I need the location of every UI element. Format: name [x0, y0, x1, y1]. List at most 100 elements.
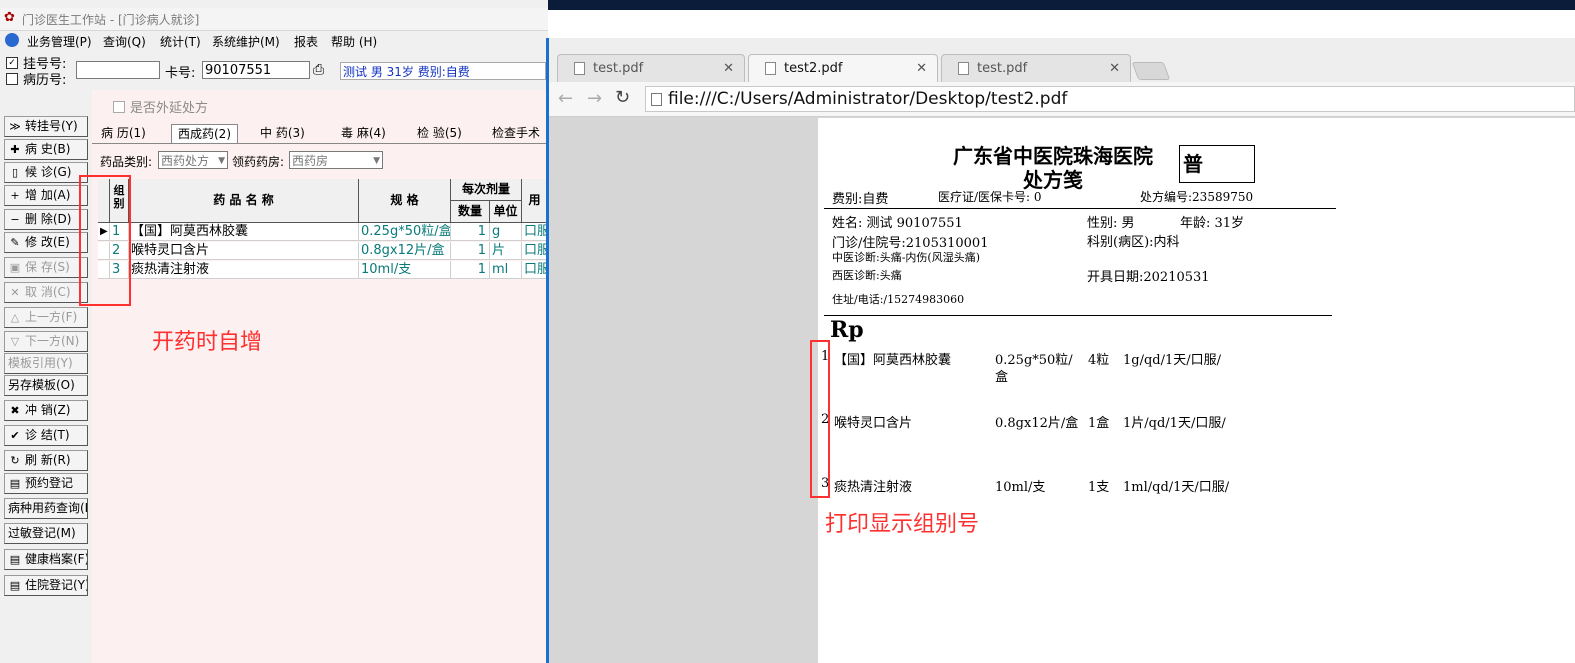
template-ref-button[interactable]: 模板引用(Y)	[4, 353, 88, 374]
table-row[interactable]: 2 喉特灵口含片 0.8gx12片/盒 1 片口服	[98, 242, 548, 260]
menu-stats[interactable]: 统计(T)	[160, 33, 201, 50]
tcm-diagnosis: 中医诊断:头痛-内伤(风湿头痛)	[832, 251, 981, 264]
delete-button[interactable]: − 删 除(D)	[4, 209, 88, 230]
rp-rule	[824, 315, 1332, 316]
cell-unit[interactable]: ml	[490, 261, 522, 279]
rx-item-name: 痰热清注射液	[834, 480, 913, 495]
close-icon[interactable]: ✕	[723, 55, 734, 82]
add-button[interactable]: + 增 加(A)	[4, 185, 88, 206]
tab-chinese-drug[interactable]: 中 药(3)	[254, 124, 311, 142]
browser-tab-3[interactable]: test.pdf ✕	[941, 54, 1131, 82]
qty-header: 数量	[451, 201, 490, 223]
extended-checkbox[interactable]	[113, 99, 125, 113]
tab-exam[interactable]: 检查手术	[486, 124, 546, 142]
cell-usage[interactable]: 口服	[522, 223, 548, 241]
card-label: 卡号:	[165, 66, 196, 81]
stamp-box: 普	[1179, 145, 1255, 183]
save-button[interactable]: ▣ 保 存(S)	[4, 257, 88, 278]
disease-query-button-label: 病种用药查询(N)	[8, 501, 87, 515]
menu-maintenance[interactable]: 系统维护(M)	[212, 33, 280, 50]
close-icon[interactable]: ✕	[916, 55, 927, 82]
app-logo-icon: ✿	[4, 10, 15, 25]
clinic-app-window: ✿ 门诊医生工作站 - [门诊病人就诊] 业务管理(P) 查询(Q) 统计(T)…	[0, 0, 548, 663]
history-button[interactable]: ✚ 病 史(B)	[4, 139, 88, 160]
cell-usage[interactable]: 口服	[522, 242, 548, 260]
new-tab-button[interactable]	[1131, 62, 1171, 80]
prev-button[interactable]: △ 上一方(F)	[4, 307, 88, 328]
record-checkbox[interactable]	[6, 71, 18, 85]
cell-name[interactable]: 【国】阿莫西林胶囊	[129, 223, 359, 241]
appointment-button[interactable]: ▤ 预约登记	[4, 473, 88, 494]
transfer-icon: ≫	[9, 120, 21, 133]
menu-help[interactable]: 帮助 (H)	[331, 33, 377, 50]
record-no-input[interactable]	[76, 61, 160, 79]
cell-spec[interactable]: 0.8gx12片/盒	[359, 242, 451, 260]
cell-qty[interactable]: 1	[451, 242, 490, 260]
finish-button[interactable]: ✔ 诊 结(T)	[4, 425, 88, 446]
health-file-button-label: 健康档案(F)	[25, 552, 88, 566]
cell-qty[interactable]: 1	[451, 223, 490, 241]
reload-icon[interactable]: ↻	[615, 87, 630, 108]
disease-query-button[interactable]: 病种用药查询(N)	[4, 498, 88, 519]
refresh-button[interactable]: ↻ 刷 新(R)	[4, 450, 88, 471]
cancel-button[interactable]: ✕ 取 消(C)	[4, 282, 88, 303]
template-ref-button-label: 模板引用(Y)	[8, 356, 73, 370]
document-icon	[574, 62, 585, 75]
card-no-input[interactable]: 90107551	[202, 61, 310, 79]
tab-history[interactable]: 病 历(1)	[95, 124, 152, 142]
allergy-button[interactable]: 过敏登记(M)	[4, 523, 88, 544]
browser-tab-3-label: test.pdf	[977, 61, 1028, 76]
reverse-button[interactable]: ✖ 冲 销(Z)	[4, 400, 88, 421]
tab-lab[interactable]: 检 验(5)	[411, 124, 468, 142]
wm-diagnosis: 西医诊断:头痛	[832, 269, 902, 282]
cell-name[interactable]: 喉特灵口含片	[129, 242, 359, 260]
tab-narcotics[interactable]: 毒 麻(4)	[335, 124, 392, 142]
drug-type-select[interactable]: 西药处方 ▼	[158, 151, 228, 169]
back-arrow-icon[interactable]: ←	[558, 88, 573, 109]
cell-spec[interactable]: 0.25g*50粒/盒	[359, 223, 451, 241]
patient-age: 年龄: 31岁	[1180, 216, 1245, 231]
read-card-icon[interactable]: ⎙	[313, 62, 324, 78]
menu-business[interactable]: 业务管理(P)	[27, 33, 92, 50]
reg-checkbox[interactable]: ✓	[6, 55, 18, 69]
insurance-no: 医疗证/医保卡号: 0	[938, 190, 1042, 204]
inpatient-button[interactable]: ▤ 住院登记(Y)	[4, 575, 88, 596]
browser-tab-2[interactable]: test2.pdf ✕	[748, 54, 938, 82]
cell-qty[interactable]: 1	[451, 261, 490, 279]
cell-unit[interactable]: 片	[490, 242, 522, 260]
browser-tab-1[interactable]: test.pdf ✕	[557, 54, 745, 82]
save-icon: ▣	[9, 261, 21, 274]
rx-no: 处方编号:23589750	[1140, 190, 1254, 204]
cell-name[interactable]: 痰热清注射液	[129, 261, 359, 279]
health-file-button[interactable]: ▤ 健康档案(F)	[4, 549, 88, 570]
transfer-button[interactable]: ≫ 转挂号(Y)	[4, 116, 88, 137]
patient-name-line: 姓名: 测试 90107551	[832, 216, 963, 231]
table-row[interactable]: 3 痰热清注射液 10ml/支 1 ml 口服	[98, 261, 548, 279]
table-row[interactable]: ▶ 1 【国】阿莫西林胶囊 0.25g*50粒/盒 1 g 口服	[98, 223, 548, 241]
delete-button-label: 删 除(D)	[25, 212, 72, 226]
tab-western-drug[interactable]: 西成药(2)	[171, 124, 238, 143]
close-icon[interactable]: ✕	[1109, 55, 1120, 82]
prev-icon: △	[10, 311, 20, 324]
waiting-button[interactable]: ▯ 候 诊(G)	[4, 162, 88, 183]
rx-item-qty: 1盒	[1088, 416, 1110, 431]
pharmacy-select[interactable]: 西药房 ▼	[289, 151, 383, 169]
waiting-button-label: 候 诊(G)	[25, 165, 72, 179]
extended-label: 是否外延处方	[130, 101, 209, 116]
modify-button[interactable]: ✎ 修 改(E)	[4, 232, 88, 253]
cell-usage[interactable]: 口服	[522, 261, 548, 279]
menu-query[interactable]: 查询(Q)	[103, 33, 146, 50]
menu-icon	[5, 33, 19, 47]
inpatient-icon: ▤	[9, 579, 21, 592]
cell-unit[interactable]: g	[490, 223, 522, 241]
unit-header: 单位	[490, 201, 522, 223]
save-template-button[interactable]: 另存模板(O)	[4, 375, 88, 396]
highlight-box-group	[79, 175, 131, 306]
save-template-button-label: 另存模板(O)	[8, 378, 75, 392]
pharmacy-value: 西药房	[292, 154, 329, 168]
menu-reports[interactable]: 报表	[294, 33, 318, 50]
next-button[interactable]: ▽ 下一方(N)	[4, 331, 88, 352]
cell-spec[interactable]: 10ml/支	[359, 261, 451, 279]
address-bar[interactable]: file:///C:/Users/Administrator/Desktop/t…	[645, 86, 1575, 112]
forward-arrow-icon[interactable]: →	[587, 88, 602, 109]
